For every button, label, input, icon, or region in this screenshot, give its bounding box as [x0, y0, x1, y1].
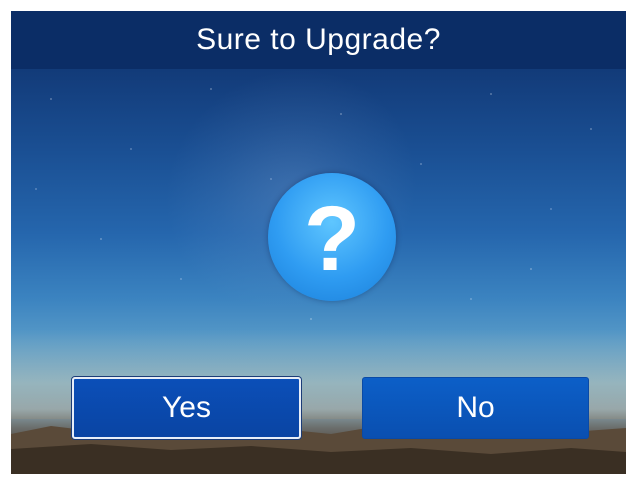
- question-mark-glyph: ?: [303, 188, 361, 290]
- no-button-label: No: [456, 391, 495, 424]
- question-mark-icon: ?: [268, 173, 396, 301]
- yes-button-label: Yes: [162, 391, 211, 424]
- yes-button[interactable]: Yes: [72, 377, 301, 439]
- no-button[interactable]: No: [362, 377, 589, 439]
- dialog-title: Sure to Upgrade?: [196, 23, 441, 56]
- device-frame: Sure to Upgrade? ? Yes No: [0, 0, 638, 485]
- dialog-title-bar: Sure to Upgrade?: [11, 11, 626, 69]
- screen: Sure to Upgrade? ? Yes No: [11, 11, 626, 474]
